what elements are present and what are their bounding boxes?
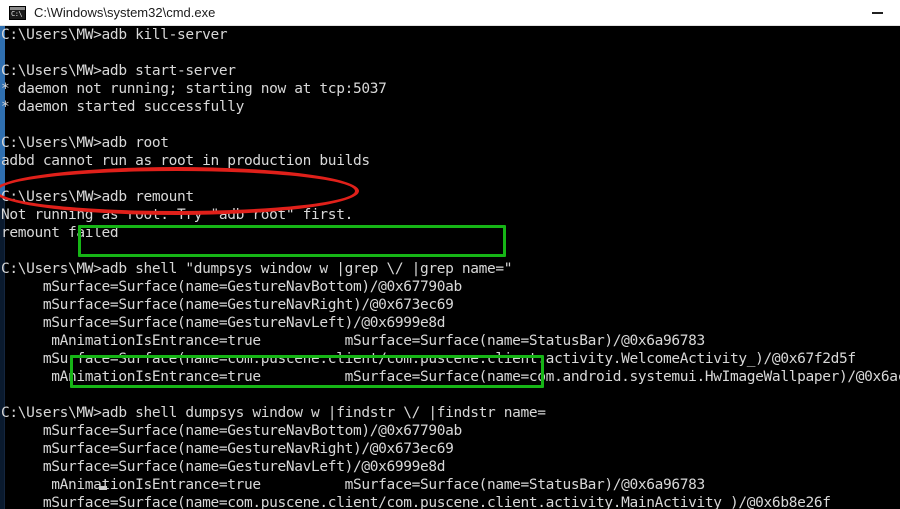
terminal-line: mSurface=Surface(name=com.puscene.client… <box>1 351 856 367</box>
terminal-line: mSurface=Surface(name=GestureNavRight)/@… <box>1 297 454 313</box>
minimize-button[interactable] <box>854 0 900 26</box>
terminal-line: C:\Users\MW>adb kill-server <box>1 27 228 43</box>
cmd-window: C:\ C:\Windows\system32\cmd.exe C:\Users… <box>0 0 900 509</box>
terminal-line: C:\Users\MW>adb shell dumpsys window w |… <box>1 405 546 421</box>
terminal-line: C:\Users\MW>adb remount <box>1 189 194 205</box>
terminal-line: mSurface=Surface(name=GestureNavRight)/@… <box>1 441 454 457</box>
console-output-area[interactable]: C:\Users\MW>adb kill-server C:\Users\MW>a… <box>0 26 900 509</box>
green-box-grep-command <box>78 225 506 257</box>
terminal-line: mSurface=Surface(name=GestureNavLeft)/@0… <box>1 459 446 475</box>
terminal-line: * daemon started successfully <box>1 99 245 115</box>
terminal-line: mAnimationIsEntrance=true mSurface=Surfa… <box>1 477 705 493</box>
minimize-icon <box>871 12 883 13</box>
window-title: C:\Windows\system32\cmd.exe <box>34 5 216 20</box>
terminal-line: C:\Users\MW>adb start-server <box>1 63 236 79</box>
window-controls <box>854 0 900 26</box>
terminal-line: mAnimationIsEntrance=true mSurface=Surfa… <box>1 369 900 385</box>
terminal-line: adbd cannot run as root in production bu… <box>1 153 370 169</box>
terminal-line: * daemon not running; starting now at tc… <box>1 81 387 97</box>
terminal-line: mSurface=Surface(name=com.puscene.client… <box>1 495 831 509</box>
terminal-line: mSurface=Surface(name=GestureNavLeft)/@0… <box>1 315 446 331</box>
terminal-line: mAnimationIsEntrance=true mSurface=Surfa… <box>1 333 705 349</box>
cmd-console-icon: C:\ <box>9 5 26 20</box>
terminal-line: remount failed <box>1 225 119 241</box>
terminal-line: C:\Users\MW>adb shell "dumpsys window w … <box>1 261 513 277</box>
terminal-line: C:\Users\MW>adb root <box>1 135 169 151</box>
terminal-line: Not running as root. Try "adb root" firs… <box>1 207 353 223</box>
window-titlebar[interactable]: C:\ C:\Windows\system32\cmd.exe <box>0 0 900 26</box>
terminal-line: mSurface=Surface(name=GestureNavBottom)/… <box>1 279 462 295</box>
text-cursor <box>99 486 107 490</box>
icon-prompt-glyph: C:\ <box>11 9 23 18</box>
terminal-line: mSurface=Surface(name=GestureNavBottom)/… <box>1 423 462 439</box>
